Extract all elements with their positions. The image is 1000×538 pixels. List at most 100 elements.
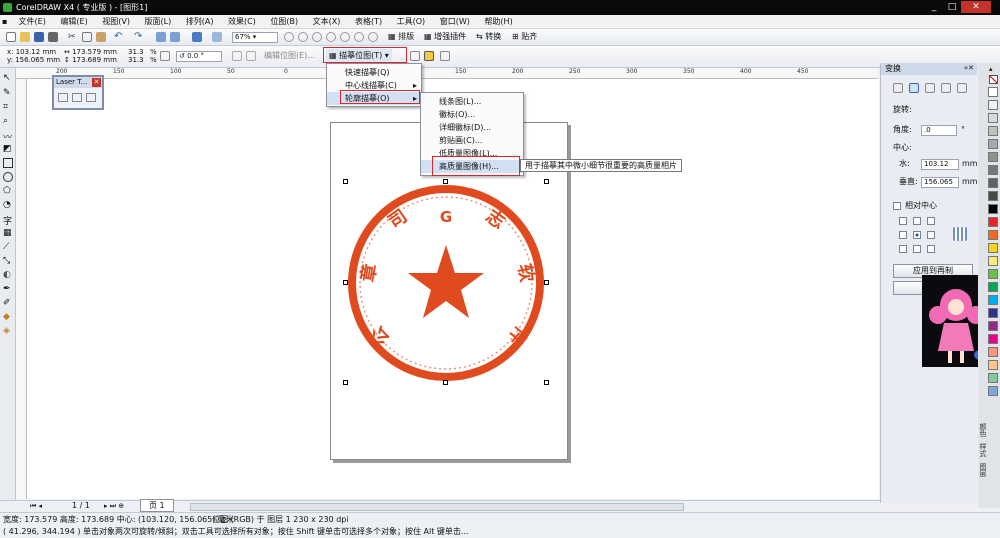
dimension-tool-icon[interactable]: ⟋ bbox=[3, 242, 13, 252]
selection-handle-bl[interactable] bbox=[343, 380, 348, 385]
color-swatch[interactable] bbox=[988, 295, 998, 305]
menu-item-quick-trace[interactable]: 快速描摹(Q) bbox=[327, 66, 421, 79]
save-icon[interactable] bbox=[34, 32, 44, 42]
fill-tool-icon[interactable]: ◆ bbox=[3, 312, 13, 322]
position-tab-icon[interactable] bbox=[893, 83, 903, 93]
lock-ratio-icon[interactable] bbox=[160, 51, 170, 61]
anchor-center[interactable] bbox=[913, 231, 921, 239]
y-position-field[interactable]: y: 156.065 mm bbox=[7, 53, 60, 67]
selection-handle-t[interactable] bbox=[443, 179, 448, 184]
next-page-button[interactable]: ▸ ⏭ ⊕ bbox=[104, 499, 124, 513]
anchor-tr[interactable] bbox=[927, 217, 935, 225]
mirror-v-icon[interactable] bbox=[246, 51, 256, 61]
menu-file[interactable]: 文件(E) bbox=[13, 15, 52, 29]
print-icon[interactable] bbox=[48, 32, 58, 42]
laser-tool-3-icon[interactable] bbox=[86, 93, 96, 102]
minimize-button[interactable]: _ bbox=[925, 1, 943, 13]
menu-edit[interactable]: 编辑(E) bbox=[54, 15, 93, 29]
maximize-button[interactable]: □ bbox=[943, 1, 961, 13]
undo-icon[interactable]: ↶ bbox=[114, 32, 124, 42]
zoom-page-icon[interactable] bbox=[340, 32, 350, 42]
edit-bitmap-button[interactable]: 编辑位图(E)... bbox=[264, 49, 315, 63]
color-swatch[interactable] bbox=[988, 191, 998, 201]
anchor-l[interactable] bbox=[899, 231, 907, 239]
polygon-tool-icon[interactable]: ⬠ bbox=[3, 186, 13, 196]
zoom-in-icon[interactable] bbox=[284, 32, 294, 42]
horizontal-scrollbar[interactable] bbox=[190, 503, 684, 511]
convert-button[interactable]: ⇆ 转换 bbox=[476, 30, 501, 44]
mirror-h-icon[interactable] bbox=[232, 51, 242, 61]
selection-handle-l[interactable] bbox=[343, 280, 348, 285]
rotate-tab-icon[interactable] bbox=[909, 83, 919, 93]
laser-window-close-icon[interactable]: ✕ bbox=[92, 78, 101, 87]
palette-scroll-up-icon[interactable]: ▴ bbox=[989, 65, 993, 73]
color-swatch[interactable] bbox=[988, 243, 998, 253]
color-swatch[interactable] bbox=[988, 217, 998, 227]
table-tool-icon[interactable]: ▦ bbox=[3, 228, 13, 238]
zoom-select[interactable]: 67% ▾ bbox=[232, 32, 278, 43]
paste-icon[interactable] bbox=[96, 32, 106, 42]
crop-bitmap-icon[interactable] bbox=[410, 51, 420, 61]
ellipse-tool-icon[interactable] bbox=[3, 172, 13, 182]
color-swatch[interactable] bbox=[988, 87, 998, 97]
docker-close-icon[interactable]: »✕ bbox=[964, 64, 974, 72]
menu-window[interactable]: 窗口(W) bbox=[434, 15, 476, 29]
height-field[interactable]: ↕ 173.689 mm bbox=[64, 53, 117, 67]
interactive-fill-tool-icon[interactable]: ◈ bbox=[3, 326, 13, 336]
plugin-button[interactable]: ▦ 增强插件 bbox=[424, 30, 466, 44]
horizontal-input[interactable]: 103.12 bbox=[921, 159, 959, 170]
skew-tab-icon[interactable] bbox=[957, 83, 967, 93]
rectangle-tool-icon[interactable] bbox=[3, 158, 13, 168]
zoom-height-icon[interactable] bbox=[368, 32, 378, 42]
color-swatch[interactable] bbox=[988, 334, 998, 344]
menu-item-clipart[interactable]: 剪贴画(C)... bbox=[421, 134, 523, 147]
outline-tool-icon[interactable]: ✐ bbox=[3, 298, 13, 308]
basic-shapes-tool-icon[interactable]: ◔ bbox=[3, 200, 13, 210]
menu-tools[interactable]: 工具(O) bbox=[391, 15, 432, 29]
first-page-button[interactable]: ⏮ ◂ bbox=[30, 499, 42, 513]
anchor-br[interactable] bbox=[927, 245, 935, 253]
bitmap-color-mask-icon[interactable] bbox=[440, 51, 450, 61]
zoom-out-icon[interactable] bbox=[298, 32, 308, 42]
color-swatch[interactable] bbox=[988, 386, 998, 396]
color-swatch[interactable] bbox=[988, 282, 998, 292]
resample-icon[interactable] bbox=[424, 51, 434, 61]
zoom-selected-icon[interactable] bbox=[312, 32, 322, 42]
shape-tool-icon[interactable]: ✎ bbox=[3, 88, 13, 98]
export-icon[interactable] bbox=[170, 32, 180, 42]
selection-handle-br[interactable] bbox=[544, 380, 549, 385]
color-swatch[interactable] bbox=[988, 360, 998, 370]
anchor-tl[interactable] bbox=[899, 217, 907, 225]
menu-arrange[interactable]: 排列(A) bbox=[180, 15, 220, 29]
vertical-input[interactable]: 156.065 bbox=[921, 177, 959, 188]
menu-bitmaps[interactable]: 位图(B) bbox=[264, 15, 304, 29]
menu-text[interactable]: 文本(X) bbox=[307, 15, 347, 29]
color-swatch[interactable] bbox=[988, 178, 998, 188]
size-tab-icon[interactable] bbox=[941, 83, 951, 93]
relative-center-checkbox[interactable] bbox=[893, 202, 901, 210]
selection-handle-tr[interactable] bbox=[544, 179, 549, 184]
anchor-r[interactable] bbox=[927, 231, 935, 239]
color-swatch[interactable] bbox=[988, 321, 998, 331]
color-swatch[interactable] bbox=[988, 126, 998, 136]
align-button[interactable]: ⊞ 贴齐 bbox=[512, 30, 537, 44]
color-swatch[interactable] bbox=[988, 139, 998, 149]
menu-help[interactable]: 帮助(H) bbox=[478, 15, 518, 29]
menu-view[interactable]: 视图(V) bbox=[96, 15, 136, 29]
laser-tool-2-icon[interactable] bbox=[72, 93, 82, 102]
menu-table[interactable]: 表格(T) bbox=[349, 15, 388, 29]
page-tab-1[interactable]: 页 1 bbox=[140, 499, 174, 512]
color-swatch[interactable] bbox=[988, 204, 998, 214]
welcome-icon[interactable] bbox=[212, 32, 222, 42]
crop-tool-icon[interactable]: ⌗ bbox=[3, 102, 13, 112]
zoom-all-icon[interactable] bbox=[326, 32, 336, 42]
color-swatch[interactable] bbox=[988, 113, 998, 123]
rotation-field[interactable]: ↺ 0.0 ° bbox=[176, 51, 222, 62]
color-swatch[interactable] bbox=[988, 308, 998, 318]
connector-tool-icon[interactable]: ⤡ bbox=[3, 256, 13, 266]
selection-handle-b[interactable] bbox=[443, 380, 448, 385]
anchor-bl[interactable] bbox=[899, 245, 907, 253]
selection-handle-tl[interactable] bbox=[343, 179, 348, 184]
close-button[interactable]: ✕ bbox=[961, 1, 991, 13]
layout-button[interactable]: ▦ 排版 bbox=[388, 30, 414, 44]
